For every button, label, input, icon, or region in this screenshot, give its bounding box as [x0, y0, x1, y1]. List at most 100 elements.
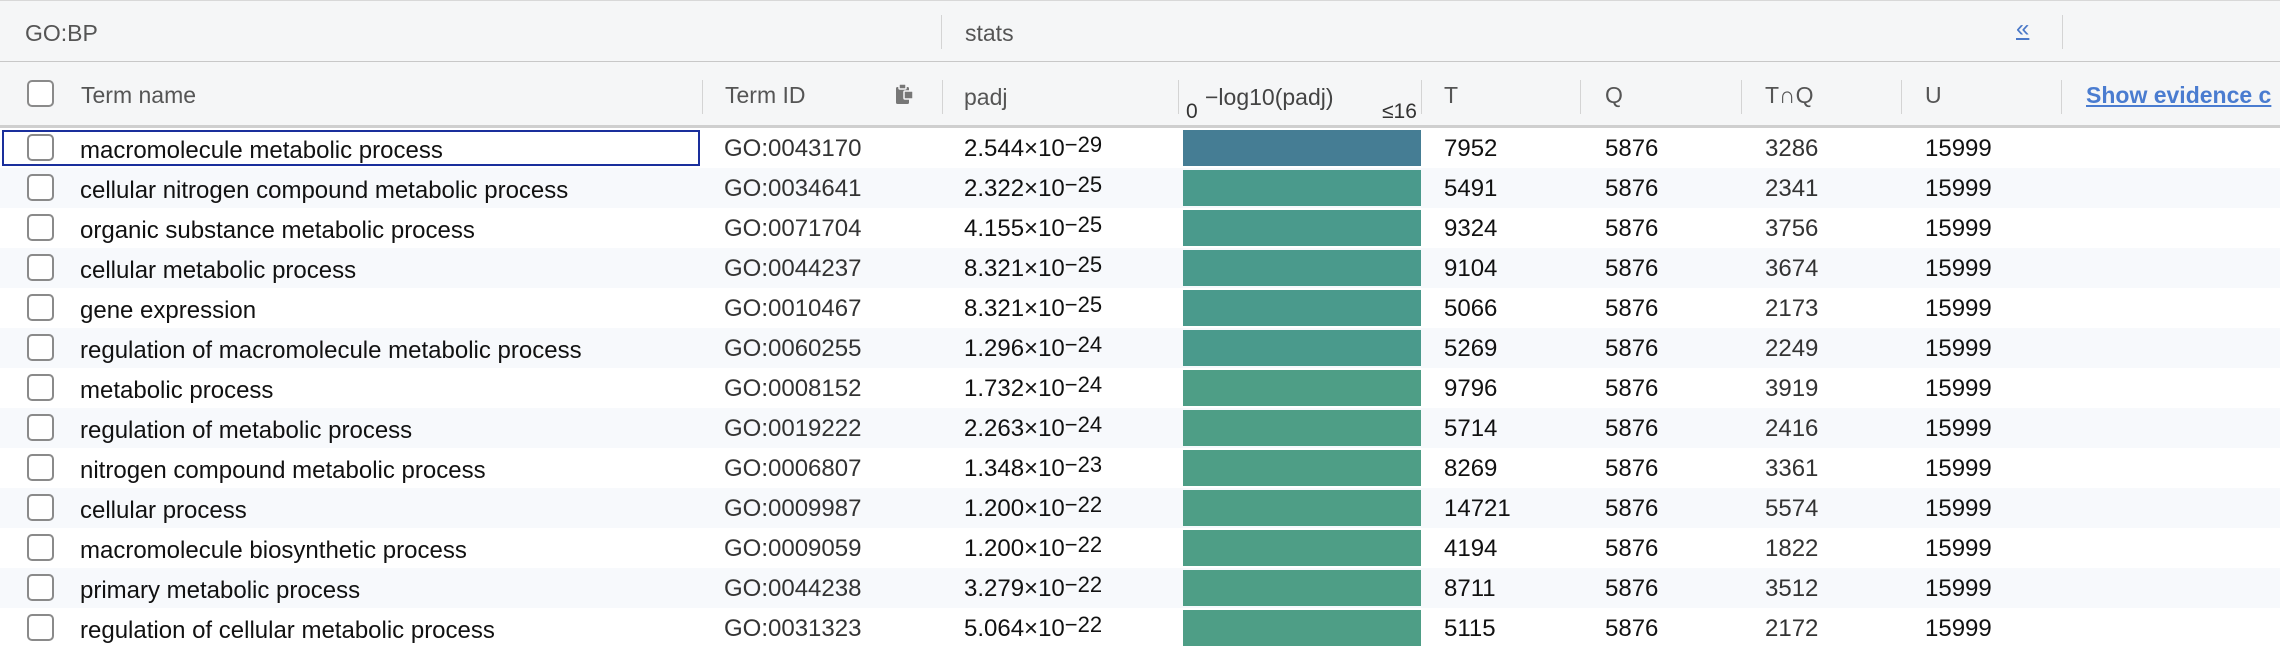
term-name[interactable]: cellular nitrogen compound metabolic pro…: [80, 177, 568, 205]
term-name[interactable]: gene expression: [80, 297, 256, 325]
padj-exponent: −24: [1064, 332, 1103, 357]
row-checkbox[interactable]: [27, 614, 54, 641]
table-row[interactable]: metabolic process GO:0008152 1.732×10−24 97…: [0, 368, 2280, 408]
col-t-intersect-q[interactable]: T∩Q: [1765, 82, 1813, 109]
neglog-padj-bar[interactable]: [1183, 130, 1421, 166]
term-name[interactable]: macromolecule metabolic process: [80, 137, 443, 165]
t-count: 7952: [1444, 135, 1498, 162]
row-checkbox[interactable]: [27, 174, 54, 201]
show-evidence-link[interactable]: Show evidence c: [2086, 82, 2271, 109]
term-id[interactable]: GO:0008152: [724, 375, 861, 403]
q-count: 5876: [1605, 295, 1659, 322]
col-divider[interactable]: [1178, 80, 1179, 114]
row-checkbox[interactable]: [27, 134, 54, 161]
col-neglog10-padj[interactable]: −log10(padj): [1205, 84, 1334, 111]
col-divider[interactable]: [1580, 80, 1581, 114]
table-row[interactable]: cellular metabolic process GO:0044237 8.32…: [0, 248, 2280, 288]
table-row[interactable]: macromolecule biosynthetic process GO:000…: [0, 528, 2280, 568]
u-count: 15999: [1925, 255, 1992, 282]
col-padj[interactable]: padj: [964, 84, 1007, 111]
neglog-padj-bar[interactable]: [1183, 170, 1421, 206]
t-count: 14721: [1444, 495, 1511, 522]
table-row[interactable]: macromolecule metabolic process GO:004317…: [0, 128, 2280, 168]
row-checkbox[interactable]: [27, 294, 54, 321]
table-row[interactable]: regulation of cellular metabolic process…: [0, 608, 2280, 648]
col-divider[interactable]: [2061, 80, 2062, 114]
tq-count: 2249: [1765, 335, 1819, 362]
row-checkbox[interactable]: [27, 334, 54, 361]
term-id[interactable]: GO:0043170: [724, 135, 861, 163]
t-count: 4194: [1444, 535, 1498, 562]
col-u[interactable]: U: [1925, 82, 1942, 109]
t-count: 5269: [1444, 335, 1498, 362]
term-id[interactable]: GO:0009987: [724, 495, 861, 523]
term-id[interactable]: GO:0009059: [724, 535, 861, 563]
neglog-padj-bar[interactable]: [1183, 450, 1421, 486]
term-name[interactable]: metabolic process: [80, 377, 273, 405]
row-checkbox[interactable]: [27, 494, 54, 521]
term-id[interactable]: GO:0010467: [724, 295, 861, 323]
select-all-checkbox[interactable]: [27, 80, 54, 107]
row-checkbox[interactable]: [27, 214, 54, 241]
padj-mantissa: 1.200×10: [964, 495, 1065, 522]
row-checkbox[interactable]: [27, 574, 54, 601]
neglog-padj-bar[interactable]: [1183, 490, 1421, 526]
col-q[interactable]: Q: [1605, 82, 1623, 109]
col-term-id[interactable]: Term ID: [725, 82, 806, 109]
term-name[interactable]: regulation of cellular metabolic process: [80, 617, 495, 645]
padj-mantissa: 1.200×10: [964, 535, 1065, 562]
term-name[interactable]: primary metabolic process: [80, 577, 360, 605]
term-id[interactable]: GO:0071704: [724, 215, 861, 243]
term-id[interactable]: GO:0019222: [724, 415, 861, 443]
term-name[interactable]: regulation of macromolecule metabolic pr…: [80, 337, 582, 365]
neglog-padj-bar[interactable]: [1183, 330, 1421, 366]
t-count: 5066: [1444, 295, 1498, 322]
t-count: 9796: [1444, 375, 1498, 402]
term-name[interactable]: cellular metabolic process: [80, 257, 356, 285]
neglog-padj-bar[interactable]: [1183, 610, 1421, 646]
row-checkbox[interactable]: [27, 254, 54, 281]
table-row[interactable]: cellular nitrogen compound metabolic pro…: [0, 168, 2280, 208]
col-divider[interactable]: [1901, 80, 1902, 114]
col-divider[interactable]: [1741, 80, 1742, 114]
neglog-padj-bar[interactable]: [1183, 570, 1421, 606]
term-id[interactable]: GO:0044238: [724, 575, 861, 603]
row-checkbox[interactable]: [27, 534, 54, 561]
row-checkbox[interactable]: [27, 414, 54, 441]
term-name[interactable]: organic substance metabolic process: [80, 217, 475, 245]
table-row[interactable]: cellular process GO:0009987 1.200×10−22 147…: [0, 488, 2280, 528]
neglog-padj-bar[interactable]: [1183, 250, 1421, 286]
term-name[interactable]: macromolecule biosynthetic process: [80, 537, 467, 565]
row-checkbox[interactable]: [27, 454, 54, 481]
clipboard-icon[interactable]: [893, 82, 915, 106]
collapse-icon[interactable]: «: [2016, 17, 2029, 41]
row-checkbox[interactable]: [27, 374, 54, 401]
term-name[interactable]: regulation of metabolic process: [80, 417, 412, 445]
term-id[interactable]: GO:0034641: [724, 175, 861, 203]
table-row[interactable]: regulation of macromolecule metabolic pr…: [0, 328, 2280, 368]
neglog-padj-bar[interactable]: [1183, 530, 1421, 566]
padj-exponent: −22: [1064, 532, 1103, 557]
col-t[interactable]: T: [1444, 82, 1458, 109]
term-id[interactable]: GO:0060255: [724, 335, 861, 363]
neglog-padj-bar[interactable]: [1183, 370, 1421, 406]
col-term-name[interactable]: Term name: [81, 82, 196, 109]
col-divider[interactable]: [702, 80, 703, 114]
padj-mantissa: 3.279×10: [964, 575, 1065, 602]
term-id[interactable]: GO:0044237: [724, 255, 861, 283]
table-row[interactable]: gene expression GO:0010467 8.321×10−25 5066…: [0, 288, 2280, 328]
term-id[interactable]: GO:0031323: [724, 615, 861, 643]
u-count: 15999: [1925, 215, 1992, 242]
col-divider[interactable]: [942, 80, 943, 114]
col-divider[interactable]: [1421, 80, 1422, 114]
table-row[interactable]: organic substance metabolic process GO:00…: [0, 208, 2280, 248]
term-name[interactable]: nitrogen compound metabolic process: [80, 457, 486, 485]
term-id[interactable]: GO:0006807: [724, 455, 861, 483]
neglog-padj-bar[interactable]: [1183, 290, 1421, 326]
term-name[interactable]: cellular process: [80, 497, 247, 525]
table-row[interactable]: nitrogen compound metabolic process GO:00…: [0, 448, 2280, 488]
neglog-padj-bar[interactable]: [1183, 210, 1421, 246]
table-row[interactable]: regulation of metabolic process GO:001922…: [0, 408, 2280, 448]
table-row[interactable]: primary metabolic process GO:0044238 3.279…: [0, 568, 2280, 608]
neglog-padj-bar[interactable]: [1183, 410, 1421, 446]
